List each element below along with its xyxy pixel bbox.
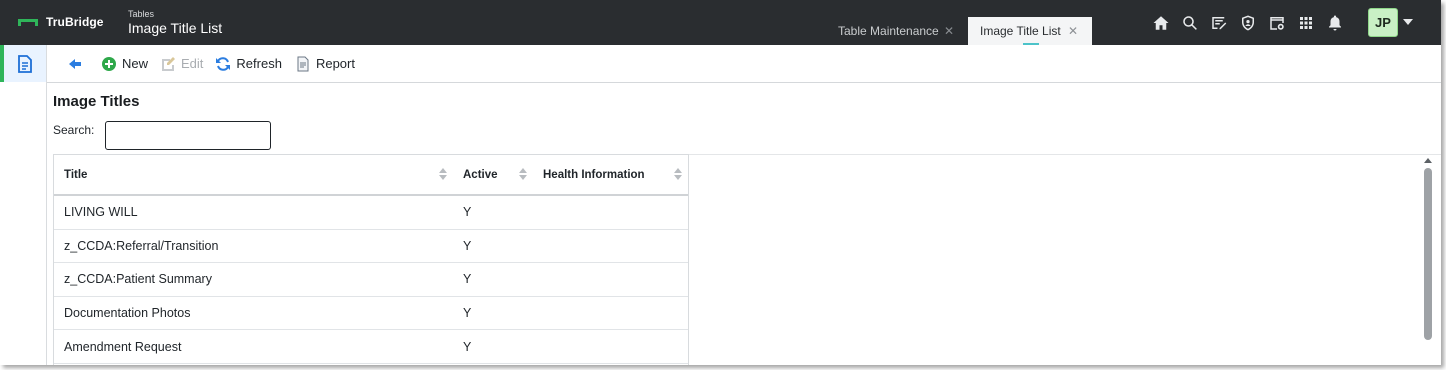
toolbar: New Edit Refresh Report (47, 45, 1441, 83)
tab-image-title-list[interactable]: Image Title List ✕ (968, 17, 1092, 45)
refresh-button[interactable]: Refresh (215, 52, 282, 76)
cell-active: Y (463, 272, 472, 287)
sort-icon[interactable] (439, 168, 447, 180)
column-header-label: Title (64, 168, 88, 181)
top-icon-bar (1150, 12, 1346, 34)
cell-title: Amendment Request (64, 339, 182, 354)
top-bar: TruBridge Tables Image Title List Table … (0, 0, 1441, 45)
document-icon (18, 54, 32, 73)
edit-board-icon[interactable] (1208, 12, 1230, 34)
cell-active: Y (463, 306, 472, 321)
grid-header: Title Active Health Information (54, 155, 688, 196)
sort-icon[interactable] (674, 168, 682, 180)
scroll-up-icon[interactable] (1424, 158, 1432, 163)
close-icon[interactable]: ✕ (944, 24, 954, 38)
column-header-label: Health Information (543, 168, 645, 181)
shield-user-icon[interactable] (1237, 12, 1259, 34)
bell-icon[interactable] (1324, 12, 1346, 34)
brand-name: TruBridge (46, 15, 104, 29)
breadcrumb-parent: Tables (128, 9, 155, 19)
edit-button[interactable]: Edit (160, 52, 203, 76)
table-row[interactable]: Amendment Request Y (54, 330, 688, 364)
cell-active: Y (463, 205, 472, 220)
new-button[interactable]: New (101, 52, 148, 76)
scrollbar-thumb[interactable] (1424, 168, 1432, 340)
cell-active: Y (463, 238, 472, 253)
edit-button-label: Edit (181, 56, 204, 71)
cell-title: z_CCDA:Referral/Transition (64, 238, 219, 253)
cell-title: z_CCDA:Patient Summary (64, 272, 212, 287)
column-header-active[interactable]: Active (453, 155, 533, 194)
breadcrumb: Tables Image Title List (128, 9, 222, 37)
tab-label: Table Maintenance (838, 24, 939, 38)
back-arrow-icon (69, 58, 81, 69)
calendar-settings-icon[interactable] (1266, 12, 1288, 34)
sort-icon[interactable] (519, 168, 527, 180)
table-row[interactable]: Documentation Photos Y (54, 297, 688, 331)
brand-logo[interactable]: TruBridge (18, 15, 104, 29)
section-heading: Image Titles (53, 93, 140, 110)
apps-grid-icon[interactable] (1295, 12, 1317, 34)
report-button-label: Report (315, 56, 355, 71)
detail-pane (689, 154, 1441, 365)
search-label: Search: (53, 123, 95, 137)
rail-item-document[interactable] (0, 45, 46, 82)
table-row[interactable]: z_CCDA:Patient Summary Y (54, 263, 688, 297)
app-window: TruBridge Tables Image Title List Table … (0, 0, 1441, 365)
report-icon (297, 56, 309, 71)
refresh-button-label: Refresh (236, 56, 282, 71)
vertical-scrollbar[interactable] (1423, 158, 1433, 358)
table-row[interactable]: LIVING WILL Y (54, 196, 688, 230)
add-circle-icon (102, 56, 116, 71)
image-titles-grid: Title Active Health Information LIVING W… (53, 154, 689, 365)
tab-label: Image Title List (980, 24, 1061, 38)
left-rail (0, 45, 47, 365)
page-title: Image Title List (128, 20, 223, 36)
main-content: Image Titles Search: Title Active Health… (47, 83, 1441, 365)
home-icon[interactable] (1150, 12, 1172, 34)
report-button[interactable]: Report (295, 52, 355, 76)
column-header-health-information[interactable]: Health Information (533, 155, 688, 194)
cell-title: LIVING WILL (64, 205, 138, 220)
chevron-down-icon[interactable] (1403, 19, 1413, 25)
column-header-title[interactable]: Title (54, 155, 453, 194)
edit-icon (162, 56, 176, 71)
cell-title: Documentation Photos (64, 306, 191, 321)
user-avatar[interactable]: JP (1368, 8, 1398, 37)
search-input[interactable] (105, 121, 271, 150)
back-button[interactable] (67, 52, 83, 76)
column-header-label: Active (463, 168, 498, 181)
cell-active: Y (463, 339, 472, 354)
trubridge-logo-icon (18, 19, 38, 26)
search-icon[interactable] (1179, 12, 1201, 34)
new-button-label: New (122, 56, 149, 71)
table-row[interactable]: z_CCDA:Referral/Transition Y (54, 230, 688, 264)
refresh-icon (216, 56, 231, 71)
tab-table-maintenance[interactable]: Table Maintenance ✕ (826, 17, 966, 45)
close-icon[interactable]: ✕ (1068, 24, 1078, 38)
